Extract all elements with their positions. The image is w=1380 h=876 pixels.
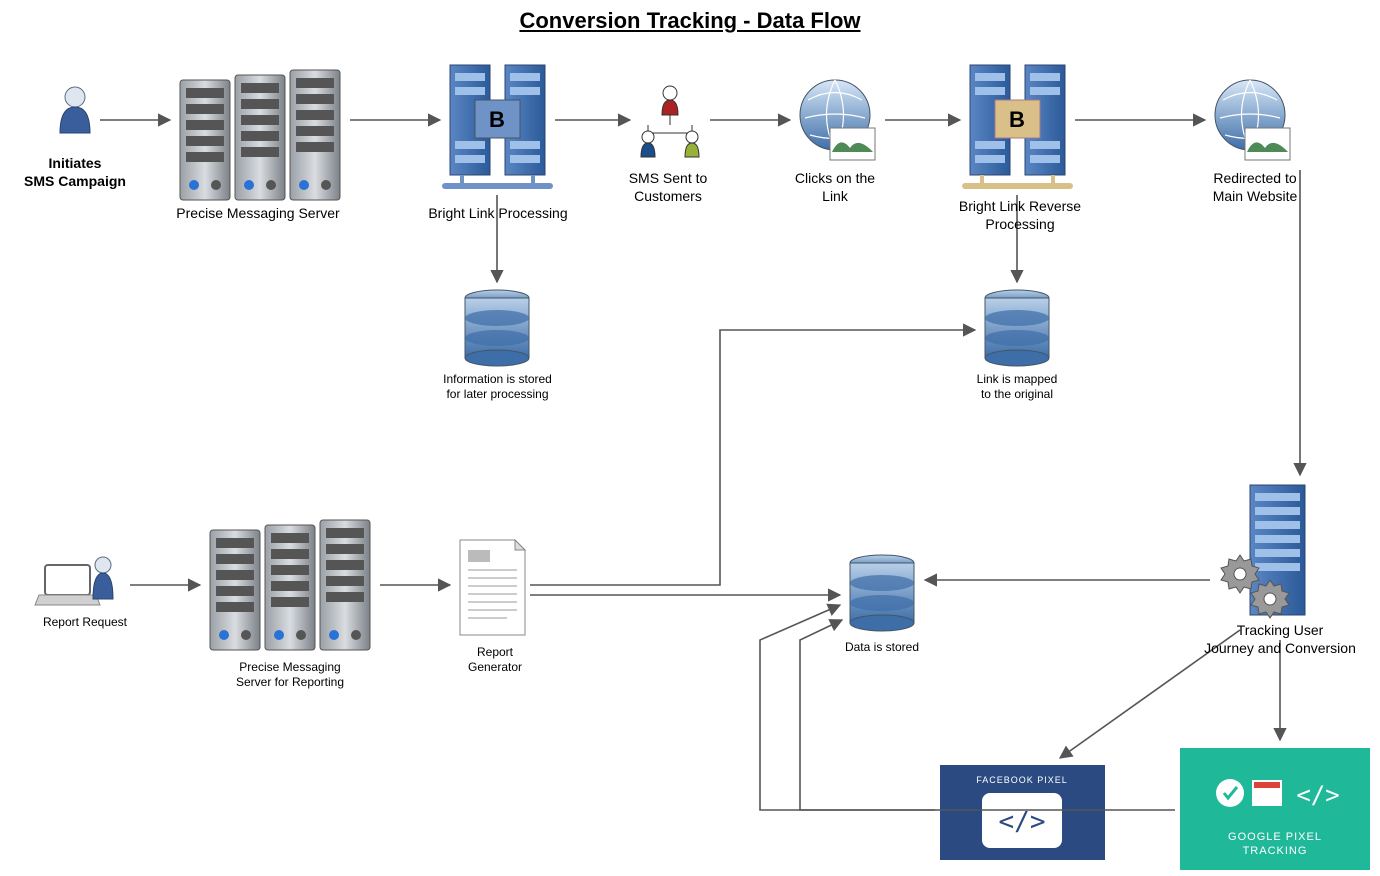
label-reporting-server: Precise MessagingServer for Reporting: [210, 660, 370, 690]
label-reverse: Bright Link ReverseProcessing: [940, 198, 1100, 233]
label-report-request: Report Request: [30, 615, 140, 630]
database-icon: [850, 555, 914, 631]
flow-arrows: [100, 120, 1300, 810]
svg-text:GOOGLE PIXEL: GOOGLE PIXEL: [1228, 831, 1322, 843]
diagram-canvas: Conversion Tracking - Data Flow B: [0, 0, 1380, 876]
database-icon: [985, 290, 1049, 366]
bright-link-icon: B: [442, 65, 553, 189]
label-sms-sent: SMS Sent toCustomers: [608, 170, 728, 205]
label-link-mapped: Link is mappedto the original: [952, 372, 1082, 402]
label-bright-link: Bright Link Processing: [418, 205, 578, 223]
bright-link-reverse-icon: B: [962, 65, 1073, 189]
svg-text:</>: </>: [999, 807, 1046, 837]
google-pixel-icon: </> GOOGLE PIXEL TRACKING: [1180, 748, 1370, 870]
label-initiates: InitiatesSMS Campaign: [10, 155, 140, 190]
b-badge-reverse: B: [1009, 107, 1025, 132]
label-redirected: Redirected toMain Website: [1190, 170, 1320, 205]
laptop-user-icon: [35, 557, 113, 605]
customers-icon: [641, 86, 699, 157]
server-icon: [180, 70, 340, 200]
svg-text:FACEBOOK PIXEL: FACEBOOK PIXEL: [976, 775, 1068, 785]
server-icon: [210, 520, 370, 650]
label-report-generator: ReportGenerator: [450, 645, 540, 675]
label-info-stored: Information is storedfor later processin…: [430, 372, 565, 402]
database-icon: [465, 290, 529, 366]
label-tracking: Tracking UserJourney and Conversion: [1180, 622, 1380, 657]
b-badge: B: [489, 107, 505, 132]
svg-text:</>: </>: [1296, 781, 1339, 809]
facebook-pixel-icon: FACEBOOK PIXEL </>: [940, 765, 1105, 860]
diagram-svg: B B: [0, 0, 1380, 876]
label-data-stored: Data is stored: [832, 640, 932, 655]
svg-text:TRACKING: TRACKING: [1243, 845, 1308, 857]
document-icon: [460, 540, 525, 635]
label-clicks: Clicks on theLink: [780, 170, 890, 205]
globe-icon: [800, 80, 875, 160]
globe-icon: [1215, 80, 1290, 160]
user-icon: [60, 87, 90, 133]
label-messaging-server: Precise Messaging Server: [148, 205, 368, 223]
tracking-icon: [1221, 485, 1305, 618]
